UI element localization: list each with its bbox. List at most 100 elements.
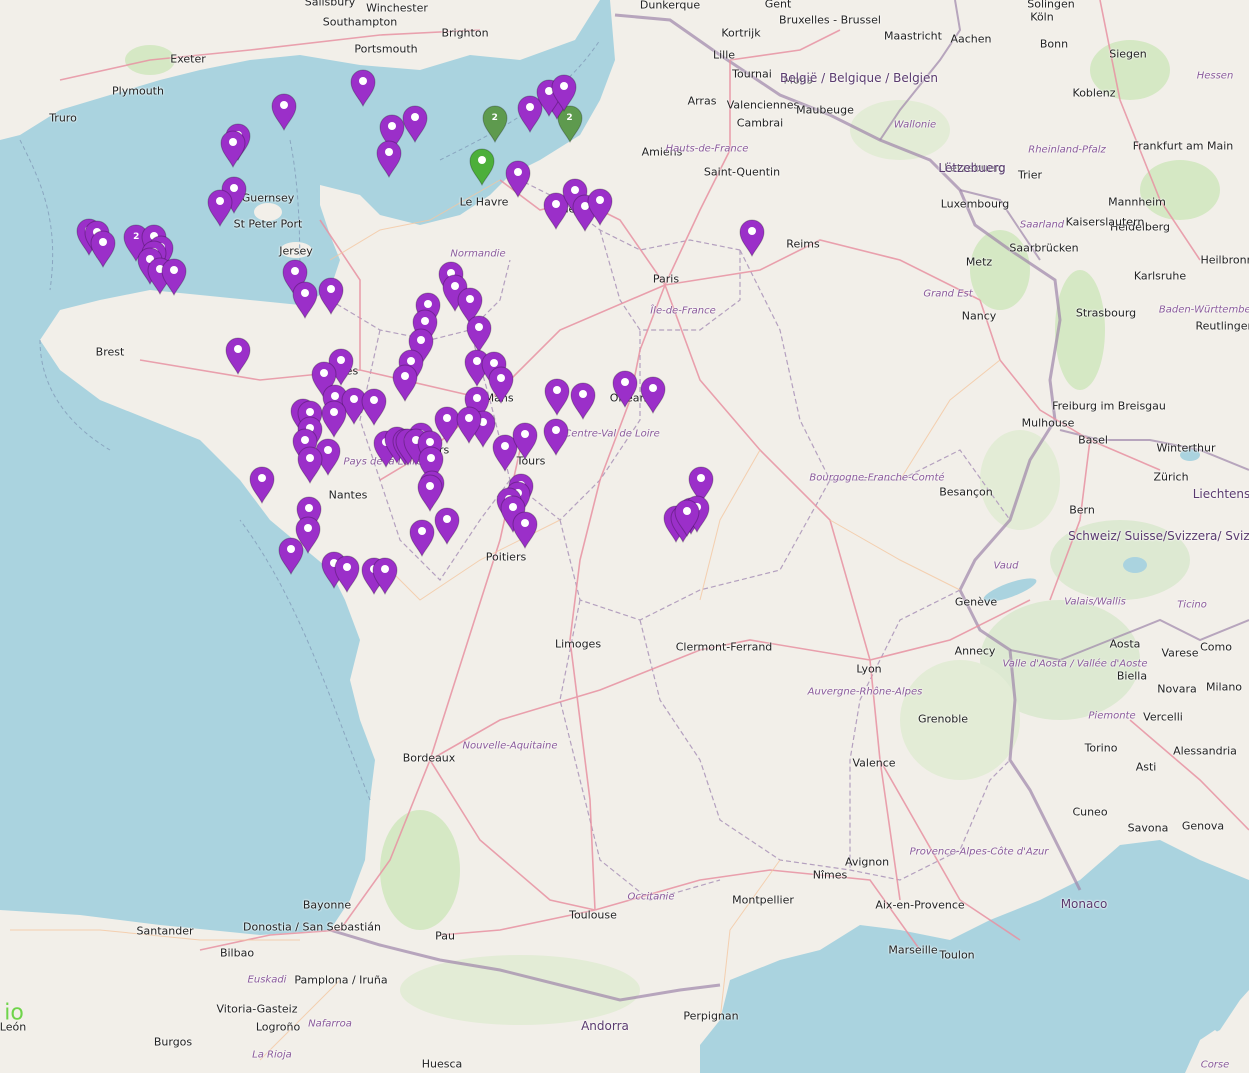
map-marker-pin[interactable] <box>570 382 596 420</box>
city-label: Zürich <box>1153 470 1189 484</box>
city-label: Cambrai <box>736 116 784 130</box>
map-pin-icon <box>361 388 387 427</box>
map-marker-pin[interactable] <box>544 378 570 416</box>
city-label: Nantes <box>328 488 368 502</box>
map-marker-pin[interactable] <box>372 557 398 595</box>
map-pin-icon <box>372 557 398 595</box>
map-marker-pin[interactable] <box>434 507 460 545</box>
map-marker-pin[interactable] <box>349 69 376 108</box>
city-label: Kaiserslautern <box>1065 215 1145 229</box>
region-label: Valais/Wallis <box>1064 596 1126 608</box>
map-marker-pin[interactable] <box>402 105 428 143</box>
map-marker-pin[interactable] <box>551 74 577 113</box>
map-marker-pin[interactable] <box>488 366 514 404</box>
map-view[interactable]: Salisbury Winchester Southampton Brighton Po… <box>0 0 1249 1073</box>
city-label: Plymouth <box>112 84 164 98</box>
city-label: Bordeaux <box>402 751 456 765</box>
map-pin-icon <box>409 519 435 557</box>
city-label: Grenoble <box>917 712 969 726</box>
map-pin-icon <box>612 370 638 408</box>
map-marker-pin[interactable] <box>225 337 251 376</box>
city-label: Valence <box>852 756 896 770</box>
map-marker-pin[interactable]: 2 <box>482 105 508 143</box>
region-label: Auvergne-Rhône-Alpes <box>807 686 923 698</box>
map-pin-icon <box>297 446 323 485</box>
city-label: Lille <box>712 48 736 62</box>
city-label: Clermont-Ferrand <box>675 640 773 654</box>
city-label: Bonn <box>1039 37 1069 51</box>
city-label: Mulhouse <box>1021 416 1075 430</box>
map-marker-pin[interactable] <box>639 376 666 414</box>
map-pin-icon <box>469 148 495 186</box>
city-label: Marseille <box>888 943 938 957</box>
map-marker-pin[interactable] <box>278 537 304 576</box>
city-label: Vercelli <box>1143 710 1183 724</box>
map-marker-pin[interactable] <box>392 364 418 402</box>
map-marker-pin[interactable] <box>512 511 538 549</box>
map-pin-icon <box>434 507 460 545</box>
map-marker-pin[interactable] <box>409 519 435 557</box>
map-pin-icon <box>278 537 304 576</box>
map-marker-pin[interactable] <box>674 499 700 537</box>
city-label: Pamplona / Iruña <box>294 973 388 987</box>
city-label: Annecy <box>954 644 996 658</box>
map-marker-pin[interactable] <box>739 219 765 257</box>
region-label: Corse <box>1200 1059 1230 1071</box>
city-label: Strasbourg <box>1075 306 1137 320</box>
map-marker-pin[interactable] <box>469 148 495 186</box>
city-label: Luxembourg <box>940 197 1010 211</box>
map-marker-pin[interactable] <box>161 258 187 297</box>
map-marker-pin[interactable] <box>90 230 116 268</box>
city-label: Huesca <box>421 1057 463 1071</box>
city-label: Genève <box>954 595 998 609</box>
map-pin-icon <box>456 406 482 444</box>
country-label: Monaco <box>1060 897 1108 911</box>
map-marker-pin[interactable] <box>220 130 246 168</box>
map-marker-pin[interactable] <box>297 446 323 485</box>
city-label: Poitiers <box>485 550 527 564</box>
map-marker-pin[interactable] <box>334 555 360 594</box>
region-label: Occitanie <box>627 891 675 903</box>
map-marker-pin[interactable] <box>376 140 402 178</box>
city-label: Nancy <box>961 309 997 323</box>
region-label: Valle d'Aosta / Vallée d'Aoste <box>1002 658 1148 670</box>
city-label: Basel <box>1078 433 1108 447</box>
map-marker-pin[interactable] <box>466 315 492 353</box>
city-label: Toulon <box>939 948 975 962</box>
map-marker-pin[interactable] <box>505 160 531 198</box>
region-label: Provence-Alpes-Côte d'Azur <box>909 846 1049 858</box>
map-marker-pin[interactable] <box>512 422 538 460</box>
city-label: Santander <box>136 924 194 938</box>
city-label: Saarbrücken <box>1009 241 1079 255</box>
city-label: Torino <box>1084 741 1118 755</box>
map-marker-pin[interactable] <box>207 189 233 227</box>
region-label: Nafarroa <box>308 1018 352 1030</box>
map-marker-pin[interactable] <box>291 281 318 319</box>
map-marker-pin[interactable] <box>456 406 482 444</box>
city-label: St Peter Port <box>233 217 303 231</box>
city-label: Besançon <box>939 485 993 499</box>
city-label: Reutlingen <box>1195 319 1249 333</box>
city-label: Como <box>1200 640 1232 654</box>
map-marker-pin[interactable] <box>587 188 613 226</box>
map-pin-icon <box>225 337 251 376</box>
city-label: Varese <box>1161 646 1199 660</box>
map-pin-icon <box>639 376 666 414</box>
city-label: Valenciennes <box>726 98 800 112</box>
region-label: Île-de-France <box>650 305 716 317</box>
map-marker-pin[interactable] <box>361 388 387 427</box>
city-label: Le Havre <box>459 195 509 209</box>
map-pin-icon <box>321 400 347 439</box>
map-marker-pin[interactable] <box>543 418 569 456</box>
city-label: Perpignan <box>683 1009 739 1023</box>
region-label: Euskadi <box>247 974 287 986</box>
region-label: Rheinland-Pfalz <box>1028 144 1106 156</box>
map-pin-icon <box>392 364 418 402</box>
map-marker-pin[interactable] <box>271 93 297 131</box>
map-marker-pin[interactable] <box>612 370 638 408</box>
map-marker-pin[interactable] <box>249 466 275 505</box>
region-label: Baden-Württemberg <box>1158 304 1249 316</box>
map-marker-pin[interactable] <box>321 400 347 439</box>
map-marker-pin[interactable] <box>318 277 344 315</box>
city-label: Nîmes <box>812 868 848 882</box>
